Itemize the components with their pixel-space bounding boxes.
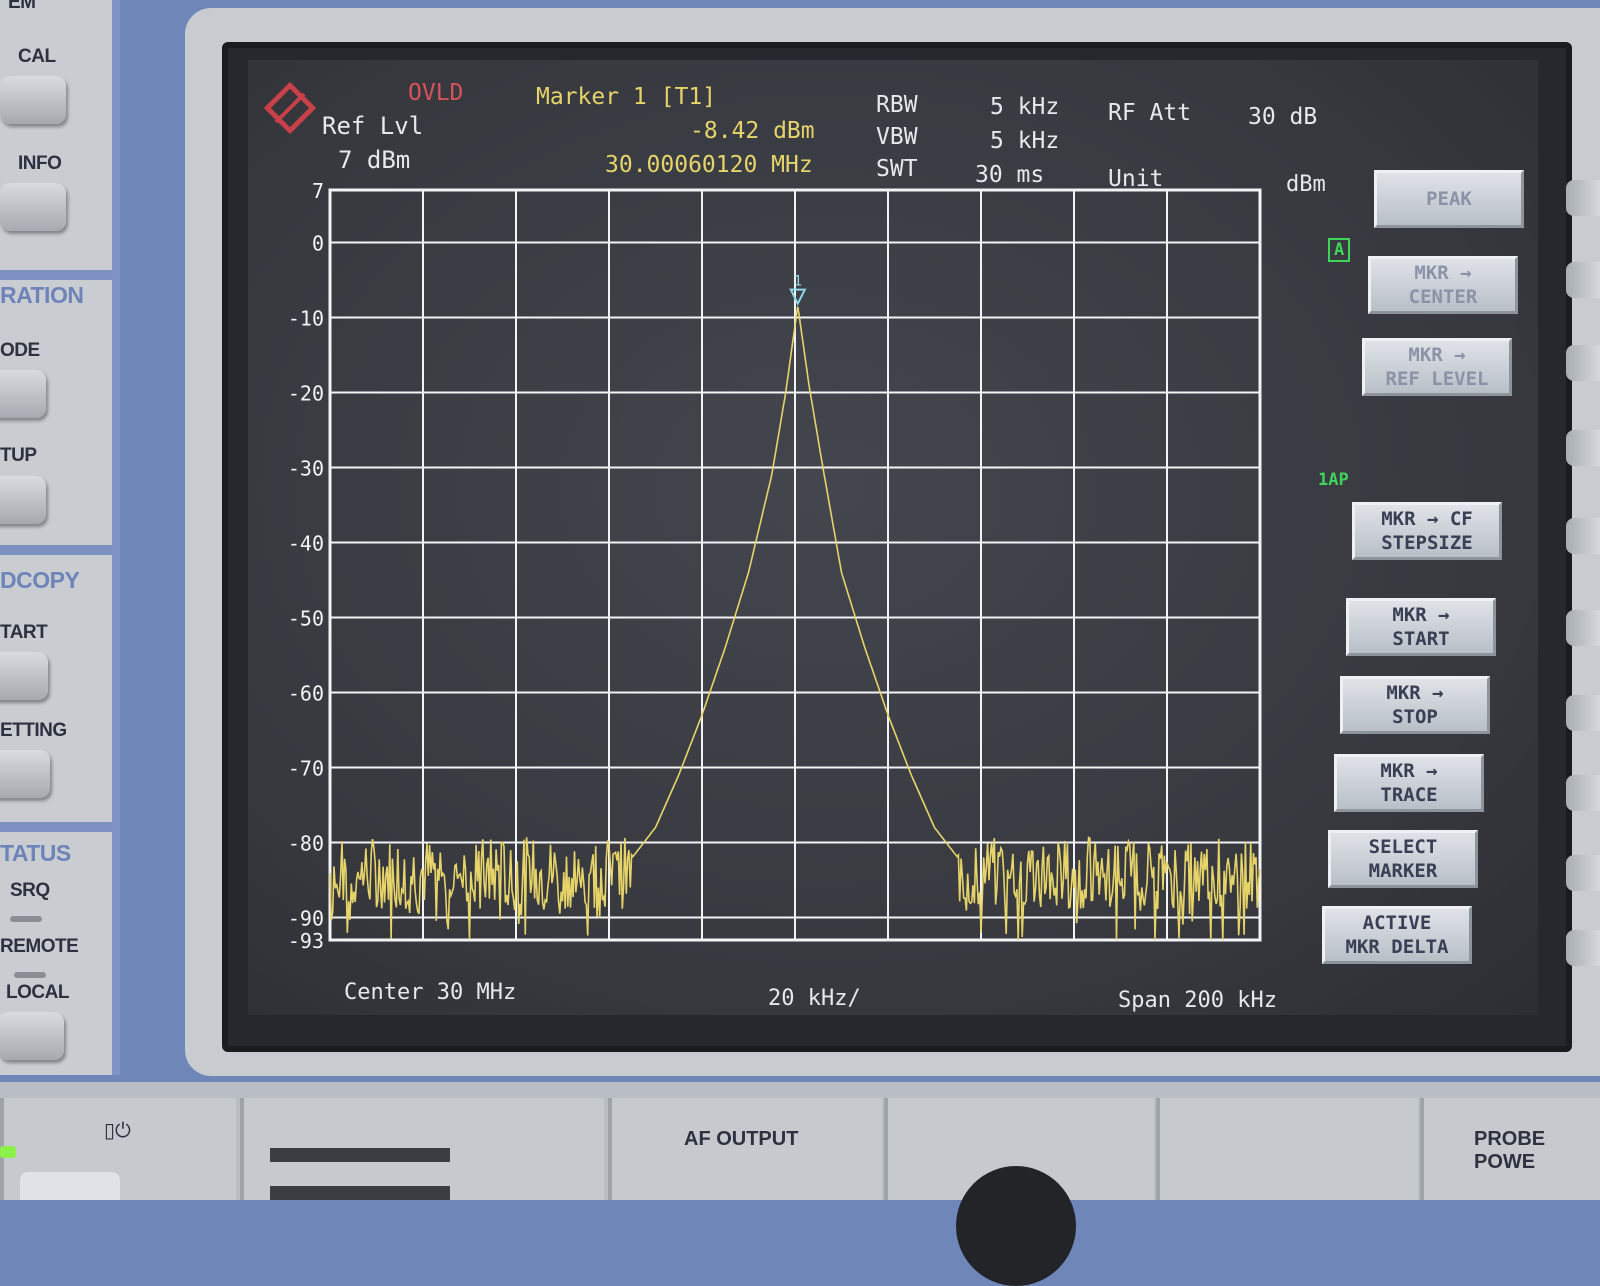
- panel-label-top: EM: [8, 0, 36, 13]
- panel-divider: [0, 822, 112, 832]
- panel-section-status: TATUS: [0, 840, 71, 866]
- sweep-time-label: SWT: [876, 156, 918, 182]
- softkey-hw-tab[interactable]: [1566, 430, 1600, 466]
- softkey-hw-tab[interactable]: [1566, 930, 1600, 966]
- bottom-section-blank: [1156, 1098, 1418, 1200]
- panel-label-local: LOCAL: [6, 982, 69, 1003]
- y-tick-label: -90: [288, 907, 324, 931]
- af-output-label: AF OUTPUT: [684, 1128, 799, 1150]
- softkey-2[interactable]: MKR → CENTER: [1368, 256, 1518, 314]
- center-frequency: Center 30 MHz: [344, 980, 517, 1005]
- spectrum-plot: 7 0 -10 -20 -30 -40 -50 -60 -70 -80 -90-93 1: [288, 180, 1262, 953]
- y-tick-label: -93: [288, 929, 324, 953]
- softkey-hw-tab[interactable]: [1566, 610, 1600, 646]
- probe-power-label: PROBE POWE: [1474, 1128, 1546, 1173]
- y-tick-label: -40: [288, 532, 324, 556]
- softkey-hw-tab[interactable]: [1566, 345, 1600, 381]
- remote-led: [14, 972, 46, 978]
- rbw-label: RBW: [876, 92, 918, 118]
- marker-1-symbol: [789, 288, 807, 306]
- frequency-span: Span 200 kHz: [1118, 988, 1277, 1013]
- y-tick-label: 0: [312, 232, 324, 256]
- softkey-1[interactable]: PEAK: [1374, 170, 1524, 228]
- softkey-6[interactable]: MKR → STOP: [1340, 676, 1490, 734]
- softkey-hw-tab[interactable]: [1566, 180, 1600, 216]
- softkey-hw-tab[interactable]: [1566, 518, 1600, 554]
- rf-att-value: 30 dB: [1248, 104, 1318, 130]
- panel-label-info: INFO: [18, 153, 62, 174]
- softkey-hw-tab[interactable]: [1566, 262, 1600, 298]
- softkey-hw-tab[interactable]: [1566, 695, 1600, 731]
- softkey-8[interactable]: SELECT MARKER: [1328, 830, 1478, 888]
- softkey-4[interactable]: MKR → CF STEPSIZE: [1352, 502, 1502, 560]
- softkey-5[interactable]: MKR → START: [1346, 598, 1496, 656]
- panel-label-start: TART: [0, 622, 48, 643]
- vbw-value: 5 kHz: [990, 128, 1060, 154]
- panel-section-hardcopy: DCOPY: [0, 567, 80, 593]
- cal-button[interactable]: [0, 76, 66, 124]
- panel-label-remote: REMOTE: [0, 936, 79, 957]
- trace-a-indicator: A: [1328, 238, 1351, 262]
- marker-frequency: 30.00060120 MHz: [605, 152, 813, 178]
- trace-1ap-indicator: 1AP: [1318, 470, 1349, 490]
- panel-label-srq: SRQ: [10, 880, 50, 901]
- marker-level: -8.42 dBm: [690, 118, 815, 144]
- y-tick-label: -50: [288, 607, 324, 631]
- setup-button[interactable]: [0, 476, 46, 524]
- panel-divider: [0, 270, 112, 280]
- softkey-hw-tab[interactable]: [1566, 855, 1600, 891]
- panel-label-setting: ETTING: [0, 720, 67, 741]
- power-button[interactable]: [20, 1172, 120, 1200]
- rf-att-label: RF Att: [1108, 100, 1192, 126]
- rohde-schwarz-logo-icon: [263, 81, 317, 135]
- panel-label-setup: TUP: [0, 445, 37, 466]
- y-tick-label: -10: [288, 307, 324, 331]
- y-tick-label: -20: [288, 382, 324, 406]
- panel-label-mode: ODE: [0, 340, 40, 361]
- y-tick-label: -60: [288, 682, 324, 706]
- standby-icon: ▯⏻: [104, 1118, 131, 1142]
- frequency-per-division: 20 kHz/: [768, 986, 861, 1011]
- y-tick-label: -30: [288, 457, 324, 481]
- panel-section-calibration: RATION: [0, 282, 84, 308]
- mode-button[interactable]: [0, 370, 46, 418]
- rotary-knob[interactable]: [956, 1166, 1076, 1286]
- rbw-value: 5 kHz: [990, 94, 1060, 120]
- y-tick-label: -80: [288, 832, 324, 856]
- softkey-3[interactable]: MKR → REF LEVEL: [1362, 338, 1512, 396]
- softkey-9[interactable]: ACTIVE MKR DELTA: [1322, 906, 1472, 964]
- power-led: [0, 1146, 16, 1158]
- panel-label-cal: CAL: [18, 46, 56, 67]
- floppy-slot: [270, 1186, 450, 1200]
- overload-indicator: OVLD: [408, 80, 464, 106]
- softkey-7[interactable]: MKR → TRACE: [1334, 754, 1484, 812]
- marker-title: Marker 1 [T1]: [536, 84, 717, 110]
- panel-divider: [0, 545, 112, 555]
- y-tick-label: 7: [312, 180, 324, 203]
- srq-led: [10, 916, 42, 922]
- hardcopy-setting-button[interactable]: [0, 750, 50, 798]
- info-button[interactable]: [0, 183, 66, 231]
- hardcopy-start-button[interactable]: [0, 652, 48, 700]
- ref-level-value: 7 dBm: [338, 146, 411, 174]
- floppy-slot: [270, 1148, 450, 1162]
- vbw-label: VBW: [876, 124, 918, 150]
- local-button[interactable]: [0, 1012, 64, 1060]
- marker-1-label: 1: [794, 274, 802, 290]
- ref-level-label: Ref Lvl: [322, 112, 424, 140]
- y-tick-label: -70: [288, 757, 324, 781]
- softkey-hw-tab[interactable]: [1566, 775, 1600, 811]
